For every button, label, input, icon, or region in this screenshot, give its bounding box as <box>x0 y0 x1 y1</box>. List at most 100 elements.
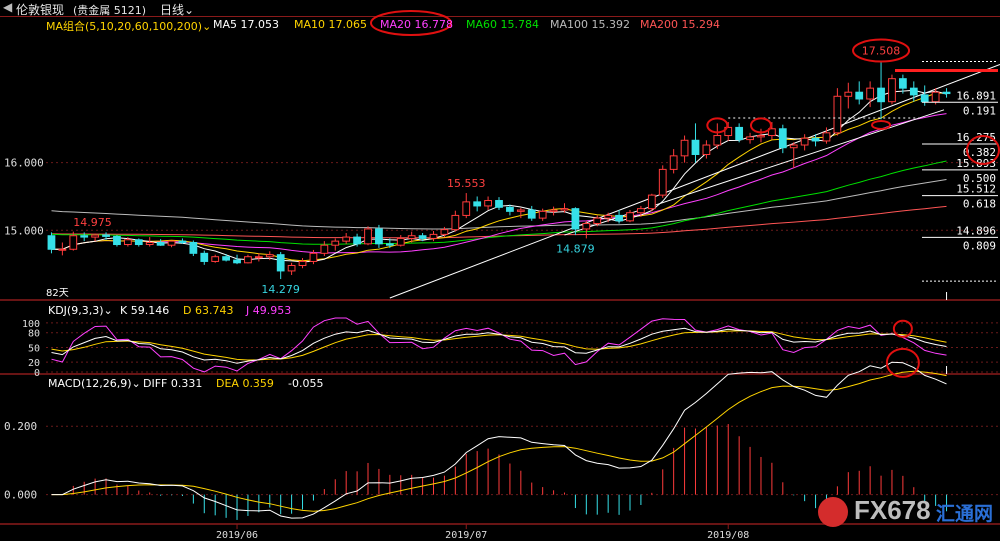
legend-j: J 49.953 <box>246 304 292 317</box>
candle-body <box>757 135 765 138</box>
candle-body <box>254 256 263 259</box>
candle-body <box>244 256 252 264</box>
candle-body <box>888 78 896 103</box>
candle-body <box>123 239 132 246</box>
candle-body <box>309 252 318 262</box>
fx678-logo-icon <box>818 497 848 527</box>
candle-body <box>506 206 514 212</box>
kdj-d-line <box>51 330 947 361</box>
candle-body <box>800 137 809 146</box>
candle-body <box>593 217 602 225</box>
candle-body <box>265 254 274 258</box>
candle-body <box>495 200 503 208</box>
candle-body <box>778 128 787 149</box>
legend-macd: -0.055 <box>288 377 324 390</box>
candle-body <box>931 91 940 103</box>
ma-legend: MA组合(5,10,20,60,100,200)⌄ MA5 17.053 MA1… <box>46 18 746 34</box>
legend-ma10: MA10 17.065 <box>294 18 367 31</box>
candle-body <box>746 136 754 141</box>
candle-body <box>47 235 56 250</box>
fib-price-label: 14.896 <box>956 224 996 237</box>
period-label: 日线 <box>160 3 185 17</box>
candle-body <box>833 95 842 134</box>
fib-price-label: 15.512 <box>956 183 996 196</box>
candle-body <box>342 236 351 242</box>
candle-body <box>385 243 394 246</box>
period-selector[interactable]: 日线⌄ <box>160 1 194 18</box>
candle-body <box>473 201 482 207</box>
legend-dea: DEA 0.359 <box>216 377 274 390</box>
candle-body <box>691 139 700 155</box>
instrument-name: 伦敦银现 <box>16 3 65 17</box>
chevron-down-icon: ⌄ <box>184 3 195 17</box>
candle-body <box>942 91 951 95</box>
kdj-group-label[interactable]: KDJ(9,3,3)⌄ <box>48 304 113 317</box>
candle-body <box>582 223 591 230</box>
candle-body <box>276 254 285 272</box>
date-tick-label: 2019/07 <box>445 530 487 541</box>
candle-body <box>80 235 89 238</box>
candle-body <box>189 241 198 254</box>
legend-diff: DIFF 0.331 <box>143 377 203 390</box>
price-tick-label: 15.000 <box>4 224 44 237</box>
macd-legend: MACD(12,26,9)⌄ DIFF 0.331 DEA 0.359 -0.0… <box>48 377 548 391</box>
legend-d: D 63.743 <box>183 304 234 317</box>
candle-body <box>626 212 634 222</box>
days-label: 82天 <box>46 288 69 299</box>
candle-body <box>647 194 656 210</box>
macd-group-label[interactable]: MACD(12,26,9)⌄ <box>48 377 141 390</box>
candle-body <box>102 234 110 237</box>
price-annotation: 17.508 <box>862 45 901 58</box>
kdj-tick-label: 80 <box>28 329 40 340</box>
legend-k: K 59.146 <box>120 304 170 317</box>
candle-body <box>877 87 885 103</box>
instrument-market: (贵金属 5121) <box>73 4 147 17</box>
candle-body <box>811 137 820 142</box>
candle-body <box>287 265 296 272</box>
fib-ratio-label: 0.618 <box>963 198 996 211</box>
price-annotation: 14.879 <box>556 242 595 255</box>
chevron-down-icon: ⌄ <box>131 377 141 390</box>
candle-body <box>484 200 492 207</box>
date-tick-label: 2019/06 <box>216 530 258 541</box>
candle-body <box>789 144 798 149</box>
legend-ma60: MA60 15.784 <box>466 18 539 31</box>
kdj-tick-label: 0 <box>34 368 40 379</box>
legend-ma20: MA20 16.778 <box>380 18 453 31</box>
ma10-line <box>51 92 947 262</box>
price-annotation: 14.279 <box>261 283 300 296</box>
menu-icon[interactable]: ◀ <box>3 0 12 14</box>
candle-body <box>69 235 78 250</box>
candle-body <box>353 236 361 245</box>
candle-body <box>702 144 711 155</box>
price-tick-label: 16.000 <box>4 157 44 170</box>
chevron-down-icon: ⌄ <box>103 304 113 317</box>
candle-body <box>560 208 569 211</box>
candle-body <box>604 214 613 219</box>
candle-body <box>658 168 667 196</box>
price-annotation: 14.975 <box>73 216 112 229</box>
kdj-legend: KDJ(9,3,3)⌄ K 59.146 D 63.743 J 49.953 <box>48 304 548 318</box>
candle-body <box>920 94 929 103</box>
legend-ma5: MA5 17.053 <box>213 18 279 31</box>
candle-body <box>91 234 100 238</box>
chart-canvas: 16.000 15.000 17.508 15.553 14.975 14.879 14.2… <box>0 10 1000 541</box>
candle-body <box>516 209 525 212</box>
fib-ratio-label: 0.191 <box>963 104 996 117</box>
candle-body <box>527 209 536 219</box>
candle-body <box>549 209 558 212</box>
candle-body <box>145 241 154 246</box>
date-tick-label: 2019/08 <box>707 530 749 541</box>
fib-price-label: 16.891 <box>956 89 996 102</box>
candle-body <box>364 228 372 245</box>
candle-body <box>855 91 864 100</box>
candle-body <box>233 259 241 264</box>
candle-body <box>429 233 438 239</box>
chevron-down-icon: ⌄ <box>202 20 212 33</box>
macd-tick-label: 0.000 <box>4 489 37 502</box>
candle-body <box>637 208 645 214</box>
candle-body <box>58 248 67 251</box>
candle-body <box>211 256 220 262</box>
candle-body <box>909 87 918 96</box>
ma-group-label[interactable]: MA组合(5,10,20,60,100,200)⌄ <box>46 18 211 34</box>
